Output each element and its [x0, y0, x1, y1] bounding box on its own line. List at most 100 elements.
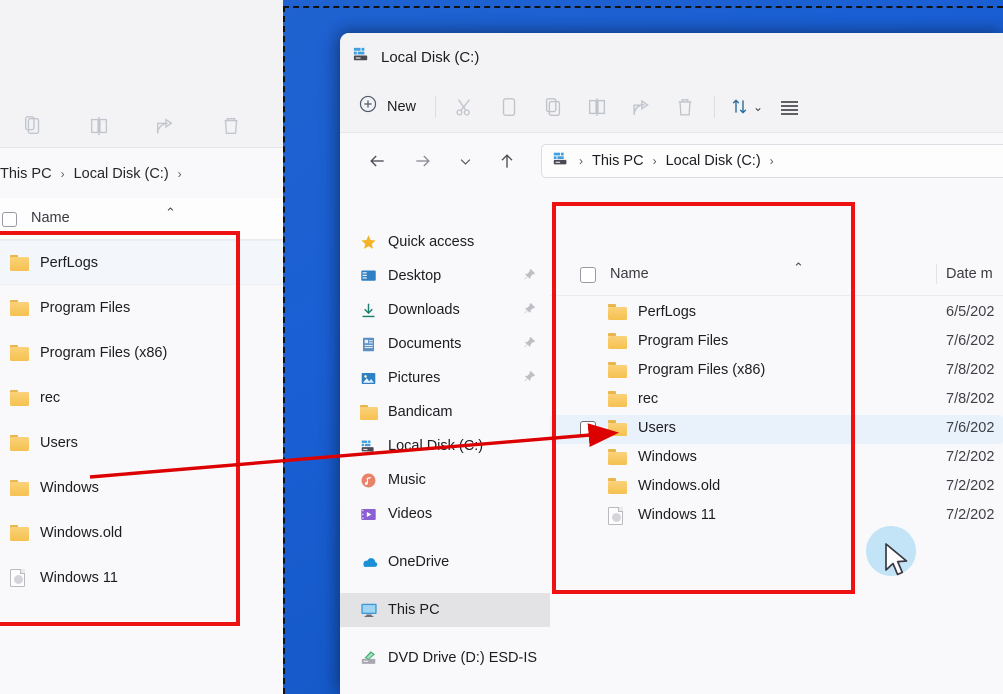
table-row[interactable]: Windows.old 7/2/202 — [550, 473, 1003, 502]
folder-icon — [10, 254, 29, 271]
sidebar-item-bandicam[interactable]: Bandicam — [340, 395, 550, 429]
table-row[interactable]: rec 7/8/202 — [550, 386, 1003, 415]
background-breadcrumb[interactable]: This PC › Local Disk (C:) › — [0, 152, 284, 196]
background-column-name[interactable]: Name — [31, 210, 70, 226]
sidebar-item-downloads[interactable]: Downloads — [340, 293, 550, 327]
background-column-header: Name ⌃ — [0, 198, 284, 240]
chevron-right-icon: › — [177, 167, 182, 181]
back-button[interactable] — [359, 143, 395, 179]
capture-region-border-top — [283, 6, 1003, 8]
view-list-icon[interactable] — [767, 89, 811, 125]
background-table-row[interactable]: Windows.old — [0, 510, 284, 555]
background-table-row[interactable]: PerfLogs — [0, 240, 284, 285]
chevron-down-icon[interactable]: ⌄ — [753, 100, 763, 114]
pin-icon[interactable] — [523, 370, 536, 387]
select-all-checkbox[interactable] — [580, 267, 596, 283]
sidebar-item-this-pc[interactable]: This PC — [340, 593, 550, 627]
background-table-row[interactable]: Windows 11 — [0, 555, 284, 600]
rename-icon[interactable] — [66, 104, 132, 148]
plus-circle-icon — [358, 94, 378, 119]
table-row[interactable]: Windows 7/2/202 — [550, 444, 1003, 473]
sidebar-item-desktop[interactable]: Desktop — [340, 259, 550, 293]
forward-button[interactable] — [405, 143, 441, 179]
sidebar-item-label: Downloads — [388, 302, 460, 318]
copy-icon[interactable] — [487, 89, 531, 125]
cut-icon[interactable] — [443, 89, 487, 125]
sidebar: Quick access Desktop Downloads Documents Pic… — [340, 189, 550, 694]
address-bar[interactable]: › This PC › Local Disk (C:) › — [541, 144, 1003, 178]
table-row[interactable]: Users 7/6/202 — [550, 415, 1003, 444]
folder-icon — [608, 478, 627, 494]
share-icon[interactable] — [132, 104, 198, 148]
background-breadcrumb-local-disk[interactable]: Local Disk (C:) — [74, 166, 169, 182]
folder-icon — [608, 478, 627, 498]
local-disk-icon — [360, 438, 388, 455]
new-button-label: New — [387, 98, 417, 115]
rename-icon[interactable] — [575, 89, 619, 125]
sidebar-item-label: Music — [388, 472, 426, 488]
pin-icon[interactable] — [523, 336, 536, 353]
folder-icon — [10, 524, 29, 541]
folder-icon — [608, 391, 627, 407]
background-table-row[interactable]: Windows — [0, 465, 284, 510]
folder-icon — [10, 344, 29, 361]
videos-icon — [360, 506, 388, 523]
sidebar-item-music[interactable]: Music — [340, 463, 550, 497]
table-row[interactable]: Windows 11 7/2/202 — [550, 502, 1003, 531]
column-divider[interactable] — [936, 264, 937, 284]
sidebar-item-local-disk-c[interactable]: Local Disk (C:) — [340, 429, 550, 463]
chevron-right-icon: › — [652, 154, 657, 168]
background-select-all-checkbox[interactable] — [2, 212, 17, 227]
background-row-name: Program Files — [40, 299, 131, 316]
folder-icon — [608, 449, 627, 465]
table-row[interactable]: Program Files 7/6/202 — [550, 328, 1003, 357]
header-rule — [550, 295, 1003, 296]
sidebar-item-onedrive[interactable]: OneDrive — [340, 545, 550, 579]
up-button[interactable] — [489, 143, 525, 179]
recent-locations-button[interactable] — [451, 143, 479, 179]
sidebar-item-dvd-drive-d-esd-is[interactable]: DVD Drive (D:) ESD-IS — [340, 641, 550, 675]
sidebar-item-pictures[interactable]: Pictures — [340, 361, 550, 395]
explorer-window[interactable]: Local Disk (C:) New ⌄ › This PC › Local … — [340, 33, 1003, 694]
folder-icon — [10, 299, 29, 316]
table-row[interactable]: Program Files (x86) 7/8/202 — [550, 357, 1003, 386]
title-bar[interactable]: Local Disk (C:) — [340, 33, 1003, 81]
background-table-row[interactable]: rec — [0, 375, 284, 420]
pin-icon[interactable] — [523, 302, 536, 319]
background-table-row[interactable]: Program Files — [0, 285, 284, 330]
paste-icon[interactable] — [531, 89, 575, 125]
file-date-modified: 7/2/202 — [946, 507, 995, 523]
file-date-modified: 7/6/202 — [946, 420, 995, 436]
new-button[interactable]: New — [350, 90, 428, 124]
paste-icon[interactable] — [0, 104, 66, 148]
background-explorer-window[interactable]: This PC › Local Disk (C:) › Name ⌃ PerfL… — [0, 0, 284, 694]
sidebar-item-label: DVD Drive (D:) ESD-IS — [388, 650, 538, 666]
pin-icon[interactable] — [523, 268, 536, 285]
column-header-name[interactable]: Name — [610, 266, 649, 282]
share-icon[interactable] — [619, 89, 663, 125]
background-table-row[interactable]: Users — [0, 420, 284, 465]
delete-icon[interactable] — [198, 104, 264, 148]
row-checkbox[interactable] — [580, 421, 596, 437]
background-table-row[interactable]: Program Files (x86) — [0, 330, 284, 375]
breadcrumb-this-pc[interactable]: This PC — [592, 153, 644, 169]
this-pc-icon — [360, 601, 388, 619]
delete-icon[interactable] — [663, 89, 707, 125]
sidebar-item-videos[interactable]: Videos — [340, 497, 550, 531]
background-toolbar-icons — [0, 104, 284, 148]
background-breadcrumb-this-pc[interactable]: This PC — [0, 166, 52, 182]
file-icon — [608, 507, 623, 525]
file-date-modified: 7/8/202 — [946, 362, 995, 378]
breadcrumb-local-disk[interactable]: Local Disk (C:) — [666, 153, 761, 169]
chevron-right-icon: › — [769, 154, 774, 168]
sort-ascending-icon: ⌃ — [165, 205, 176, 220]
background-row-name: Users — [40, 434, 78, 451]
column-header-date-modified[interactable]: Date m — [946, 266, 993, 282]
sidebar-item-documents[interactable]: Documents — [340, 327, 550, 361]
table-row[interactable]: PerfLogs 6/5/202 — [550, 299, 1003, 328]
file-date-modified: 6/5/202 — [946, 304, 995, 320]
sidebar-item-quick-access[interactable]: Quick access — [340, 225, 550, 259]
folder-icon — [608, 333, 627, 353]
sort-icon[interactable] — [722, 89, 756, 125]
